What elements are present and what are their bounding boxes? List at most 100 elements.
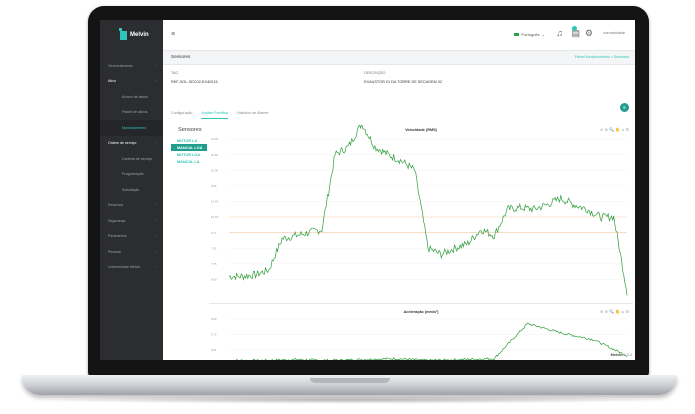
topbar: ≡ Português ⌄ ♫ ▤ ⚙ comunidade: [163, 20, 635, 51]
chevron-right-icon: ›: [155, 218, 157, 223]
sidebar-item[interactable]: Ordem de serviço ›: [100, 136, 163, 152]
sidebar-item[interactable]: Pessoal ›: [100, 244, 163, 260]
sidebar-item-label: Parâmetros: [108, 234, 127, 239]
sensor-list: MOTOR LA MANCAL LOA MOTOR LOA MANCAL LA: [171, 137, 207, 165]
language-label: Português: [521, 32, 540, 37]
chart-toolbar: ⊖ ⊕ 🔍 ✋ ⌂ ☰: [600, 127, 630, 132]
sidebar-item-label: Programação: [122, 172, 144, 177]
footer-version: 3.0.0: [623, 353, 632, 357]
y-tick-label: 8.60: [211, 278, 217, 282]
sidebar-item-label: Ordem de serviço: [108, 141, 137, 146]
tab[interactable]: Configuração: [171, 111, 192, 119]
footer-brand: Melvin 3.0.0: [611, 353, 632, 357]
notification-icon[interactable]: ♫: [556, 28, 563, 38]
partner-logo[interactable]: comunidade: [603, 30, 625, 35]
main-content: TAG RKF-SOL-SEC02-EX40215 DESCRIÇÃO EXAU…: [163, 65, 635, 360]
breadcrumb[interactable]: Painel Monitoramento > Sensores: [575, 55, 629, 59]
y-tick-label: 12.96: [211, 137, 218, 141]
flag-icon: [514, 32, 520, 37]
sidebar-item-label: Solicitação: [122, 187, 140, 192]
chevron-right-icon: ›: [155, 79, 157, 84]
language-selector[interactable]: Português ⌄: [514, 32, 545, 37]
melvin-logo-icon: [119, 27, 127, 40]
chevron-right-icon: ›: [155, 249, 157, 254]
laptop-notch: [310, 378, 390, 383]
sidebar-item[interactable]: Gerenciamento ›: [100, 58, 163, 74]
sensor-item[interactable]: MANCAL LA: [171, 158, 207, 165]
sidebar-item-label: Universidade Melvin: [108, 265, 141, 270]
sidebar-item[interactable]: Programação: [100, 167, 163, 183]
sidebar-item[interactable]: Segurança ›: [100, 213, 163, 229]
chevron-right-icon: ›: [155, 234, 157, 239]
y-tick-label: 9.81: [211, 348, 217, 352]
sidebar-item-label: Painel de ativos: [122, 110, 148, 115]
sidebar-item-label: Recursos: [108, 203, 124, 208]
tab[interactable]: Histórico de Alarme: [237, 111, 268, 119]
menu-dots-icon: ≡: [623, 104, 626, 111]
sidebar-item[interactable]: Carteira de serviço: [100, 151, 163, 167]
chart-toolbar: ⊖ ⊕ 🔍 ✋ ⌂ ☰: [600, 309, 630, 314]
sidebar-item-label: Segurança: [108, 218, 126, 223]
menu-icon[interactable]: ≡: [171, 31, 175, 38]
sidebar-item-label: Pessoal: [108, 249, 121, 254]
brand[interactable]: Melvin: [100, 20, 163, 50]
y-tick-label: 9.64: [211, 184, 217, 188]
series-line: [229, 322, 628, 360]
sidebar-item-label: Árvore de ativos: [122, 94, 148, 99]
chevron-down-icon: ⌄: [541, 32, 545, 37]
sidebar-nav: Gerenciamento › Ativo › Árvore de ativos Pain…: [100, 58, 163, 275]
sidebar-item[interactable]: Solicitação: [100, 182, 163, 198]
sidebar-item[interactable]: Painel de ativos: [100, 105, 163, 121]
laptop-shadow: [40, 396, 660, 404]
y-tick-label: 9.72: [211, 333, 217, 337]
y-tick-label: 10.06: [211, 168, 218, 172]
chevron-right-icon: ›: [155, 63, 157, 68]
y-tick-label: 7.75: [211, 262, 217, 266]
chevron-right-icon: ›: [155, 265, 157, 270]
footer-brand-name: Melvin: [610, 353, 623, 357]
breadcrumb-bar: Sensores Painel Monitoramento > Sensores: [163, 51, 635, 65]
velocity-chart[interactable]: Velocidade (RMS) ⊖ ⊕ 🔍 ✋ ⌂ ☰ 12.96 10.86 10.…: [209, 125, 633, 303]
chevron-right-icon: ›: [155, 203, 157, 208]
tab[interactable]: Análise Preditiva: [201, 111, 229, 119]
app-name: Melvin: [130, 32, 149, 38]
sidebar-item[interactable]: Universidade Melvin ›: [100, 260, 163, 276]
y-tick-label: 9.17: [211, 231, 217, 235]
series-line: [228, 125, 628, 296]
page-title: Sensores: [171, 54, 191, 59]
acceleration-chart[interactable]: Aceleração (mm/s²) ⊖ ⊕ 🔍 ✋ ⌂ ☰ 9.69 9.72 9.8…: [209, 307, 633, 360]
sensors-panel: Sensores MOTOR LA MANCAL LOA MOTOR LOA MANC…: [171, 127, 207, 165]
chart-title: Aceleração (mm/s²): [403, 310, 439, 314]
sidebar-item[interactable]: Árvore de ativos: [100, 89, 163, 105]
sidebar-item-label: Monitoramento: [122, 125, 146, 130]
y-tick-label: 10.86: [211, 153, 218, 157]
sidebar-item[interactable]: Ativo ›: [100, 74, 163, 90]
tag-value: RKF-SOL-SEC02-EX40215: [171, 80, 218, 84]
sidebar-item[interactable]: Monitoramento: [100, 120, 163, 136]
sensor-item[interactable]: MANCAL LOA: [171, 144, 207, 151]
chart-title: Velocidade (RMS): [405, 128, 438, 132]
sidebar-item-label: Ativo: [108, 79, 116, 84]
sidebar-item[interactable]: Parâmetros ›: [100, 229, 163, 245]
y-tick-label: 12.43: [211, 200, 218, 204]
tag-label: TAG: [171, 71, 179, 75]
sensors-title: Sensores: [178, 127, 202, 133]
y-tick-label: 7.92: [211, 246, 217, 250]
sidebar: Melvin Gerenciamento › Ativo › Árvore de ati…: [100, 20, 163, 360]
chart-divider: [209, 303, 633, 304]
sidebar-item-label: Gerenciamento: [108, 63, 133, 68]
gear-icon[interactable]: ⚙: [585, 28, 593, 39]
sidebar-item-label: Carteira de serviço: [122, 156, 153, 161]
y-tick-label: 9.69: [211, 317, 217, 321]
sidebar-item[interactable]: Recursos ›: [100, 198, 163, 214]
chevron-right-icon: ›: [155, 141, 157, 146]
description-value: EXAUSTOR 01 DA TORRE DE SECAGEM 02: [364, 80, 443, 84]
tab-bar: Configuração Análise Preditiva Histórico d…: [171, 111, 268, 119]
screen: Melvin Gerenciamento › Ativo › Árvore de ati…: [100, 20, 635, 360]
sensor-item[interactable]: MOTOR LA: [171, 137, 207, 144]
sensor-item[interactable]: MOTOR LOA: [171, 151, 207, 158]
y-tick-label: 10.18: [211, 215, 218, 219]
action-fab[interactable]: ≡: [620, 103, 629, 112]
status-badge: [572, 26, 577, 31]
description-label: DESCRIÇÃO: [364, 71, 386, 75]
